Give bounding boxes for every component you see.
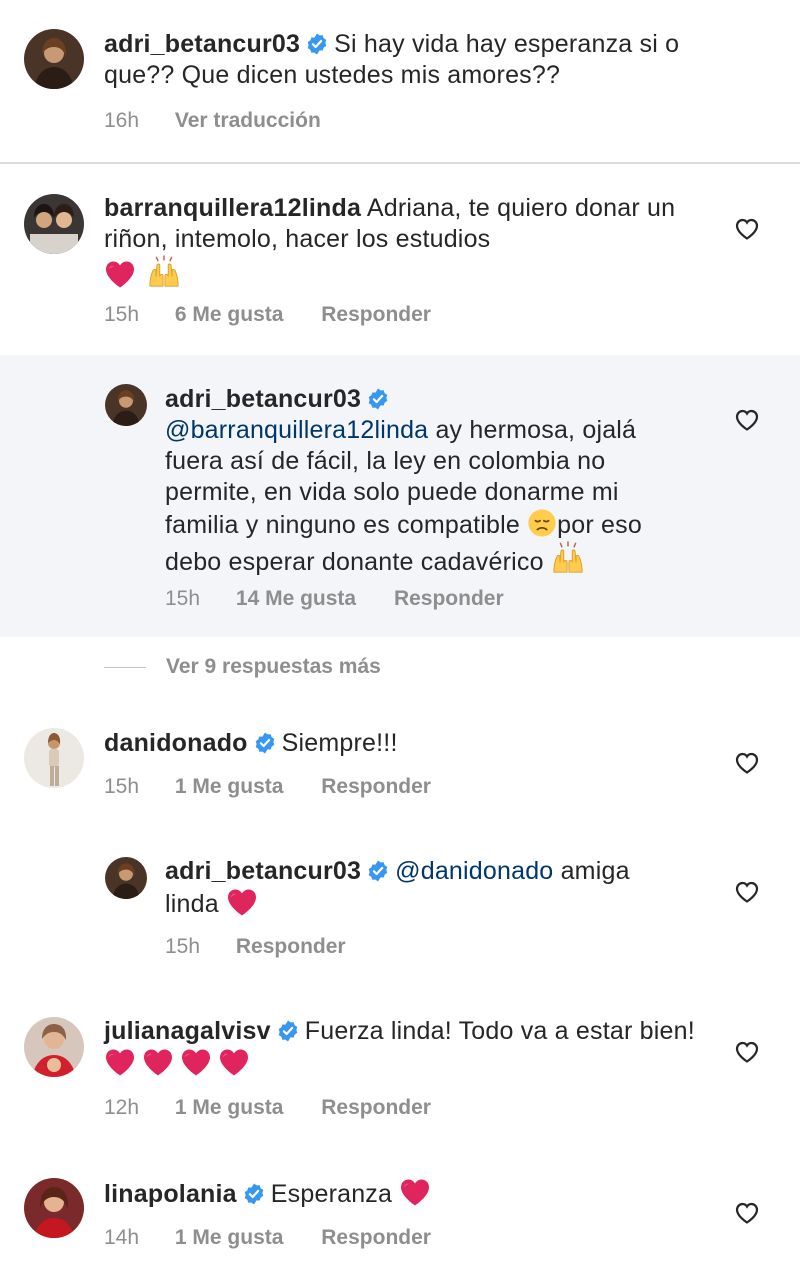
post-caption: adri_betancur03 Si hay vida hay esperanza… xyxy=(104,29,744,91)
comment-body: Esperanza xyxy=(270,1180,393,1208)
avatar-photo-icon xyxy=(105,384,147,426)
verified-badge-icon xyxy=(367,860,389,882)
view-more-replies[interactable]: Ver 9 respuestas más xyxy=(104,655,381,679)
comment-avatar[interactable] xyxy=(24,194,84,254)
raising-hands-emoji xyxy=(551,541,585,575)
comment-time: 12h xyxy=(104,1096,140,1119)
like-heart-icon[interactable] xyxy=(734,880,760,904)
likes-count[interactable]: 1 Me gusta xyxy=(175,1226,284,1250)
reply-meta: 15h 14 Me gusta Responder xyxy=(165,587,504,611)
like-heart-icon[interactable] xyxy=(734,217,760,241)
comment-meta: 15h 1 Me gusta Responder xyxy=(104,775,431,799)
raising-hands-emoji xyxy=(147,255,181,289)
red-heart-emoji xyxy=(104,259,136,289)
red-heart-emoji xyxy=(226,887,258,917)
verified-badge-icon xyxy=(254,732,276,754)
view-more-line xyxy=(104,666,146,668)
likes-count[interactable]: 1 Me gusta xyxy=(175,775,284,799)
reply-avatar[interactable] xyxy=(105,384,147,426)
reply-mention[interactable]: @barranquillera12linda xyxy=(165,416,428,444)
post-time: 16h xyxy=(104,109,140,132)
reply-avatar[interactable] xyxy=(105,857,147,899)
reply-button[interactable]: Responder xyxy=(321,1096,431,1120)
reply-button[interactable]: Responder xyxy=(321,1226,431,1250)
comment-meta: 12h 1 Me gusta Responder xyxy=(104,1096,431,1120)
comment-meta: 15h 6 Me gusta Responder xyxy=(104,303,431,327)
likes-count[interactable]: 1 Me gusta xyxy=(175,1096,284,1120)
red-heart-emoji xyxy=(104,1047,136,1077)
reply-username[interactable]: adri_betancur03 xyxy=(165,857,361,885)
comment-body: Fuerza linda! Todo va a estar bien! xyxy=(304,1017,695,1045)
verified-badge-icon xyxy=(367,388,389,410)
red-heart-emoji xyxy=(142,1047,174,1077)
reply-button[interactable]: Responder xyxy=(321,775,431,799)
post-author-username[interactable]: adri_betancur03 xyxy=(104,30,300,58)
like-heart-icon[interactable] xyxy=(734,408,760,432)
avatar-photo-icon xyxy=(24,1017,84,1077)
comment-username[interactable]: linapolania xyxy=(104,1180,237,1208)
post-meta: 16h Ver traducción xyxy=(104,109,321,133)
avatar-photo-icon xyxy=(105,857,147,899)
comment-text: linapolania Esperanza xyxy=(104,1177,704,1210)
like-heart-icon[interactable] xyxy=(734,1040,760,1064)
avatar-photo-icon xyxy=(24,728,84,788)
reply-button[interactable]: Responder xyxy=(321,303,431,327)
view-more-label[interactable]: Ver 9 respuestas más xyxy=(166,655,381,678)
red-heart-emoji xyxy=(399,1177,431,1207)
reply-text: adri_betancur03 @barranquillera12linda a… xyxy=(165,384,695,578)
reply-meta: 15h Responder xyxy=(165,935,346,959)
reply-button[interactable]: Responder xyxy=(394,587,504,611)
reply-mention[interactable]: @danidonado xyxy=(395,857,553,885)
divider xyxy=(0,162,800,164)
comment-avatar[interactable] xyxy=(24,1178,84,1238)
like-heart-icon[interactable] xyxy=(734,751,760,775)
red-heart-emoji xyxy=(180,1047,212,1077)
comment-time: 14h xyxy=(104,1226,140,1249)
comment-username[interactable]: danidonado xyxy=(104,729,248,757)
verified-badge-icon xyxy=(306,33,328,55)
comment-avatar[interactable] xyxy=(24,728,84,788)
reply-time: 15h xyxy=(165,587,201,610)
translate-link[interactable]: Ver traducción xyxy=(175,109,321,133)
comment-text: danidonado Siempre!!! xyxy=(104,728,704,759)
red-heart-emoji xyxy=(218,1047,250,1077)
comment-avatar[interactable] xyxy=(24,1017,84,1077)
likes-count[interactable]: 14 Me gusta xyxy=(236,587,356,611)
verified-badge-icon xyxy=(277,1020,299,1042)
comment-body: Siempre!!! xyxy=(281,729,398,757)
comment-text: julianagalvisv Fuerza linda! Todo va a es… xyxy=(104,1016,704,1080)
comment-time: 15h xyxy=(104,775,140,798)
like-heart-icon[interactable] xyxy=(734,1201,760,1225)
comment-username[interactable]: julianagalvisv xyxy=(104,1017,271,1045)
avatar-photo-icon xyxy=(24,1178,84,1238)
reply-text: adri_betancur03 @danidonado amiga linda xyxy=(165,856,685,920)
comment-text: barranquillera12linda Adriana, te quiero… xyxy=(104,193,704,292)
comment-meta: 14h 1 Me gusta Responder xyxy=(104,1226,431,1250)
avatar-photo-icon xyxy=(24,194,84,254)
comment-time: 15h xyxy=(104,303,140,326)
comment-username[interactable]: barranquillera12linda xyxy=(104,194,361,222)
post-author-avatar[interactable] xyxy=(24,29,84,89)
verified-badge-icon xyxy=(243,1183,265,1205)
reply-time: 15h xyxy=(165,935,201,958)
avatar-photo-icon xyxy=(24,29,84,89)
likes-count[interactable]: 6 Me gusta xyxy=(175,303,284,327)
disappointed-face-emoji xyxy=(527,508,557,538)
reply-username[interactable]: adri_betancur03 xyxy=(165,385,361,413)
reply-button[interactable]: Responder xyxy=(236,935,346,959)
